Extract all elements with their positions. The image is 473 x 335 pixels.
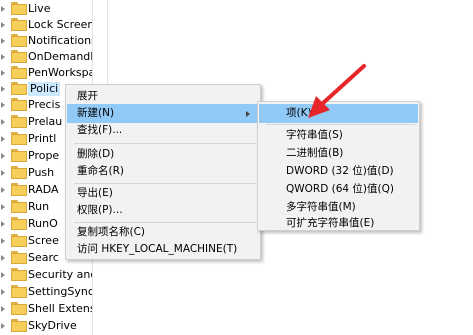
expand-arrow-icon[interactable] <box>1 272 5 278</box>
tree-item-security-and[interactable]: Security and <box>0 266 92 284</box>
tree-item-label: Printl <box>28 132 57 145</box>
folder-icon <box>11 18 27 31</box>
folder-icon <box>11 66 27 79</box>
submenu-arrow-icon <box>246 111 250 117</box>
folder-icon <box>11 115 27 128</box>
tree-item-label: Security and <box>28 268 92 281</box>
expand-arrow-icon[interactable] <box>1 136 5 142</box>
submenu-item-expandable-string-value[interactable]: 可扩充字符串值(E) <box>259 214 418 233</box>
folder-icon <box>11 319 27 332</box>
folder-icon <box>11 132 27 145</box>
tree-item-label: SettingSync <box>28 285 92 298</box>
tree-item-label: Searc <box>28 251 59 264</box>
tree-item-label: SkyDrive <box>28 319 77 332</box>
tree-item-label: Prope <box>28 149 60 162</box>
folder-icon <box>11 166 27 179</box>
tree-item-label: Prelau <box>28 115 63 128</box>
folder-icon <box>11 149 27 162</box>
submenu-item-string-value[interactable]: 字符串值(S) <box>259 126 418 145</box>
expand-arrow-icon[interactable] <box>1 323 5 329</box>
menu-item-find[interactable]: 查找(F)... <box>67 121 259 140</box>
folder-icon <box>11 183 27 196</box>
folder-icon <box>11 302 27 315</box>
context-menu: 展开 新建(N) 查找(F)... 删除(D) 重命名(R) 导出(E) 权限(… <box>65 84 261 260</box>
tree-item-label: RADA <box>28 183 59 196</box>
tree-item-label: Lock Screen <box>28 18 92 31</box>
menu-item-goto-hklm[interactable]: 访问 HKEY_LOCAL_MACHINE(T) <box>67 240 259 259</box>
tree-item-settingsync[interactable]: SettingSync <box>0 283 92 301</box>
expand-arrow-icon[interactable] <box>1 54 5 60</box>
folder-icon <box>11 82 27 95</box>
tree-item-label: PenWorkspac <box>28 66 92 79</box>
expand-arrow-icon[interactable] <box>1 289 5 295</box>
tree-item-label: Polici <box>28 82 61 96</box>
expand-arrow-icon[interactable] <box>1 255 5 261</box>
menu-item-rename[interactable]: 重命名(R) <box>67 162 259 181</box>
tree-item-label: Precis <box>28 98 61 111</box>
expand-arrow-icon[interactable] <box>1 70 5 76</box>
tree-item-label: Scree <box>28 234 59 247</box>
expand-arrow-icon[interactable] <box>1 22 5 28</box>
menu-separator <box>74 143 256 144</box>
submenu-item-binary-value[interactable]: 二进制值(B) <box>259 144 418 163</box>
folder-icon <box>11 2 27 15</box>
tree-item-label: Push <box>28 166 55 179</box>
folder-icon <box>11 200 27 213</box>
tree-item-label: Notifications <box>28 34 92 47</box>
expand-arrow-icon[interactable] <box>1 238 5 244</box>
tree-item-label: RunO <box>28 217 58 230</box>
expand-arrow-icon[interactable] <box>1 38 5 44</box>
expand-arrow-icon[interactable] <box>1 204 5 210</box>
annotation-arrow-icon <box>308 64 366 118</box>
folder-icon <box>11 50 27 63</box>
expand-arrow-icon[interactable] <box>1 306 5 312</box>
expand-arrow-icon[interactable] <box>1 119 5 125</box>
folder-icon <box>11 34 27 47</box>
tree-item-label: OnDemandInt <box>28 50 92 63</box>
expand-arrow-icon[interactable] <box>1 153 5 159</box>
folder-icon <box>11 268 27 281</box>
submenu-item-dword-value[interactable]: DWORD (32 位)值(D) <box>259 162 418 181</box>
expand-arrow-icon[interactable] <box>1 187 5 193</box>
menu-item-new-label: 新建(N) <box>77 107 115 119</box>
folder-icon <box>11 217 27 230</box>
submenu-item-qword-value[interactable]: QWORD (64 位)值(Q) <box>259 180 418 199</box>
menu-item-permissions[interactable]: 权限(P)... <box>67 201 259 220</box>
folder-icon <box>11 285 27 298</box>
tree-item-skydrive[interactable]: SkyDrive <box>0 317 92 335</box>
folder-icon <box>11 251 27 264</box>
tree-item-label: Live <box>28 2 51 15</box>
tree-item-shell-extensions[interactable]: Shell Extensio <box>0 300 92 318</box>
tree-item-label: Run <box>28 200 50 213</box>
folder-icon <box>11 98 27 111</box>
tree-item-label: Shell Extensio <box>28 302 92 315</box>
expand-arrow-icon[interactable] <box>1 221 5 227</box>
expand-arrow-icon[interactable] <box>1 102 5 108</box>
expand-arrow-icon[interactable] <box>1 170 5 176</box>
expand-arrow-icon[interactable] <box>1 86 5 92</box>
expand-arrow-icon[interactable] <box>1 6 5 12</box>
folder-icon <box>11 234 27 247</box>
